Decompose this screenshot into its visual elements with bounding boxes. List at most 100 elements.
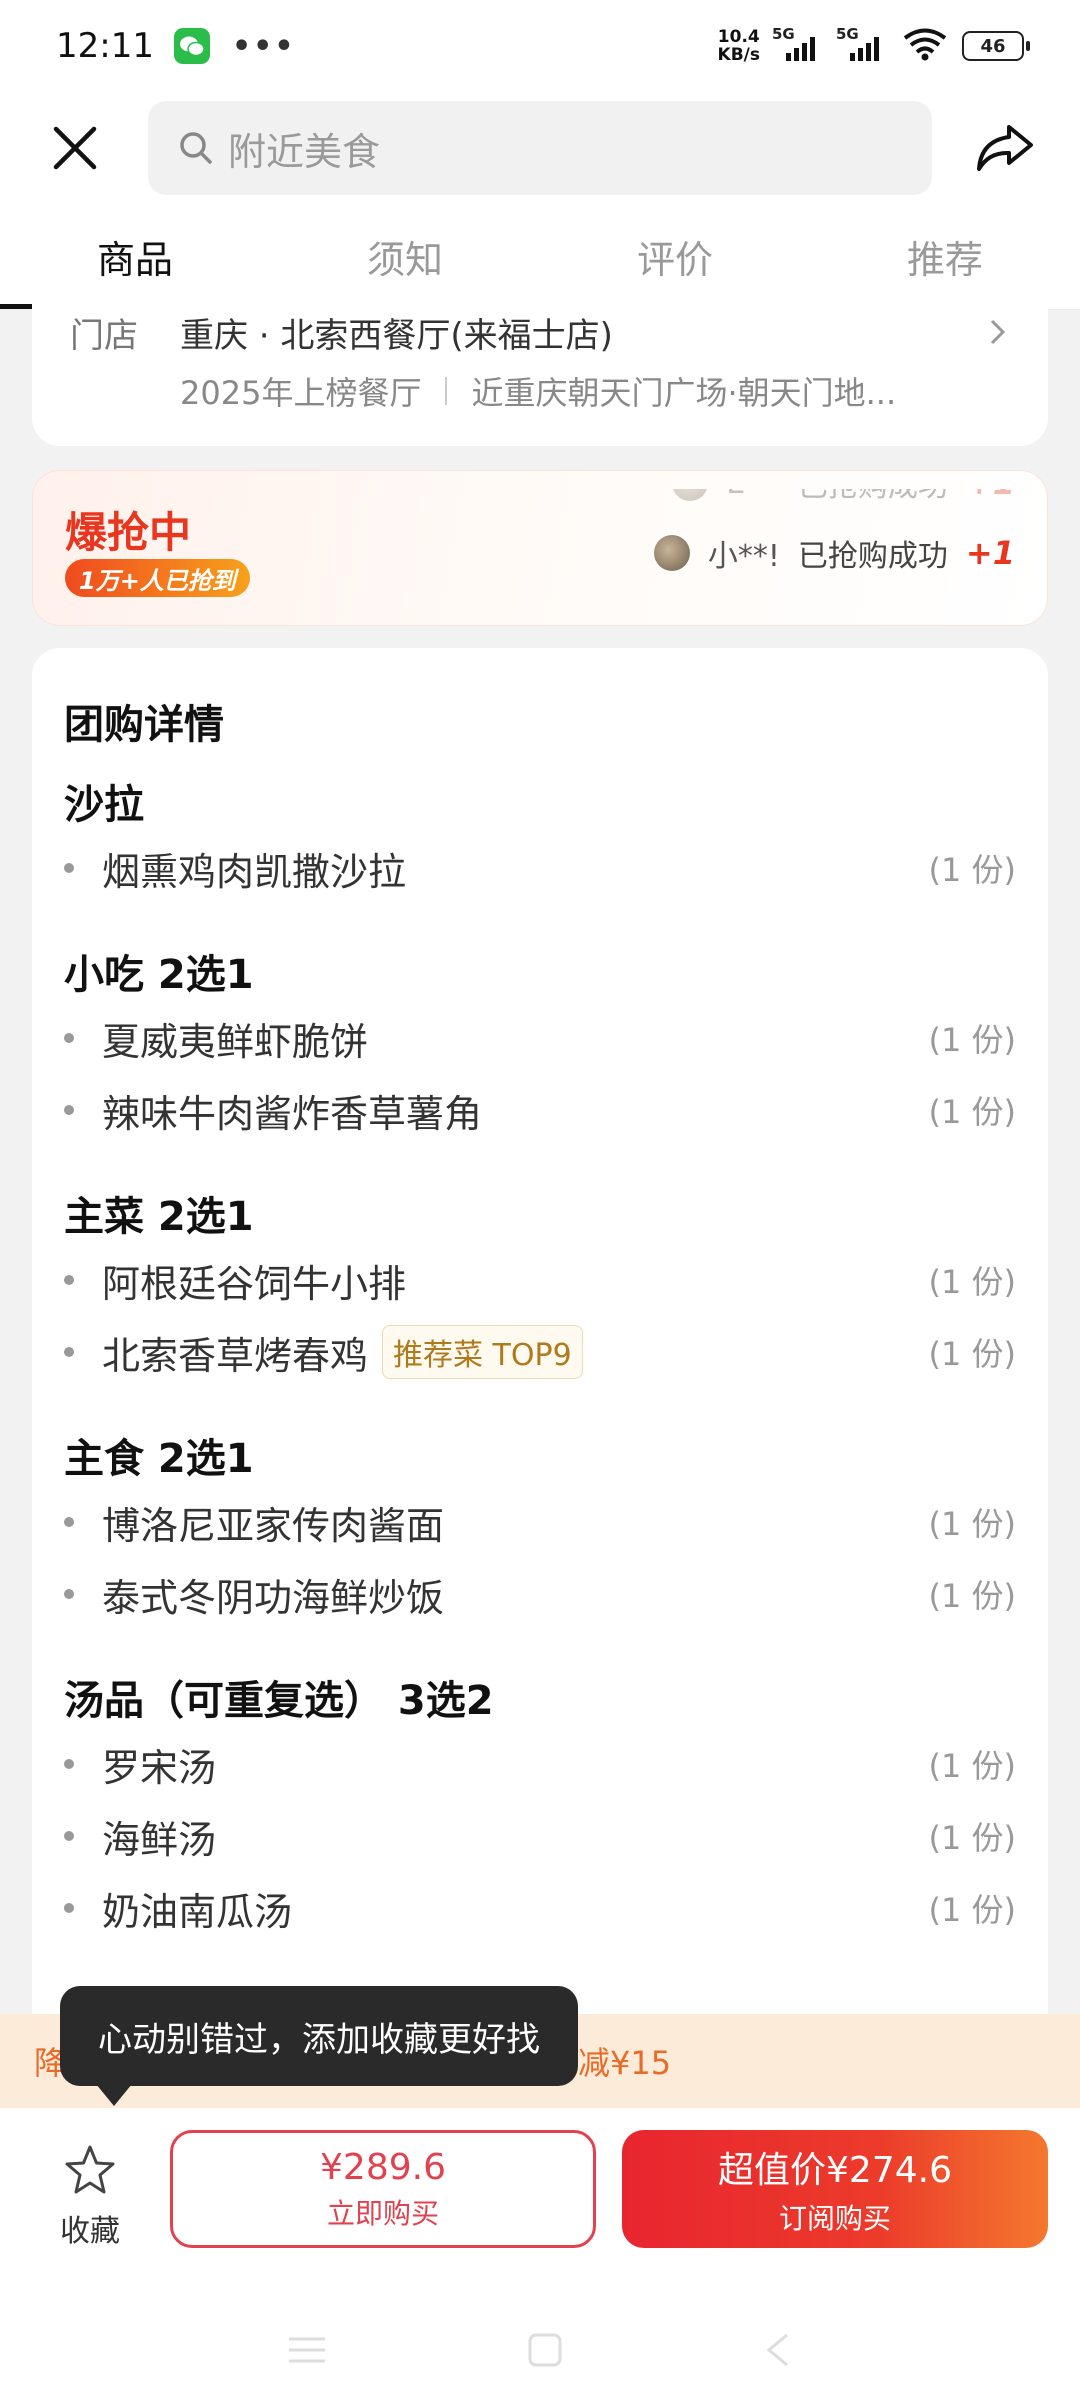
status-bar: 12:11 ••• 10.4 KB/s 5G 5G 46: [0, 0, 1080, 92]
ticker-row-previous: E ~ 已抢购成功 +1: [672, 489, 1015, 505]
list-item: 泰式冬阴功海鲜炒饭 (1 份): [64, 1558, 1016, 1630]
item-name: 阿根廷谷饲牛小排: [102, 1261, 407, 1306]
item-name: 海鲜汤: [102, 1817, 217, 1862]
item-name: 奶油南瓜汤: [102, 1889, 293, 1934]
bullet: [64, 1347, 74, 1357]
item-qty: (1 份): [928, 1747, 1016, 1785]
item-qty: (1 份): [928, 1505, 1016, 1543]
chevron-right-icon: [990, 319, 1006, 345]
store-name: 重庆 · 北索西餐厅(来福士店): [180, 315, 613, 356]
recommend-tag: 推荐菜 TOP9: [382, 1325, 583, 1379]
search-placeholder: 附近美食: [228, 129, 381, 174]
item-qty: (1 份): [928, 851, 1016, 889]
battery-indicator: 46: [962, 31, 1030, 61]
list-item: 奶油南瓜汤 (1 份): [64, 1872, 1016, 1944]
menu-group: 小吃 2选1 夏威夷鲜虾脆饼 (1 份) 辣味牛肉酱炸香草薯角 (1 份): [64, 940, 1016, 1146]
search-icon: [180, 132, 212, 164]
purchase-ticker: E ~ 已抢购成功 +1 小**! 已抢购成功 +1: [595, 471, 1015, 625]
store-card[interactable]: 门店 重庆 · 北索西餐厅(来福士店) 2025年上榜餐厅 近重庆朝天门广场·朝…: [32, 296, 1048, 446]
buyers-badge: 1万+人已抢到: [65, 559, 250, 597]
close-button[interactable]: [40, 113, 110, 183]
item-name: 博洛尼亚家传肉酱面: [102, 1503, 445, 1548]
ticker-plus: +1: [965, 534, 1015, 572]
favorite-button[interactable]: 收藏: [40, 2144, 140, 2264]
subscribe-buy-button[interactable]: 超值价¥274.6 订阅购买: [622, 2130, 1048, 2248]
buy-label: 立即购买: [326, 2196, 439, 2230]
item-name: 辣味牛肉酱炸香草薯角: [102, 1091, 483, 1136]
favorite-label: 收藏: [60, 2214, 120, 2249]
item-name: 北索香草烤春鸡: [102, 1333, 369, 1378]
item-qty: (1 份): [928, 1335, 1016, 1373]
divider: [445, 377, 448, 405]
tab-recommend[interactable]: 推荐: [810, 204, 1080, 309]
bullet: [64, 1759, 74, 1769]
star-icon: [65, 2145, 115, 2194]
menu-group: 沙拉 烟熏鸡肉凯撒沙拉 (1 份): [64, 770, 1016, 904]
group-title: 主菜 2选1: [64, 1194, 254, 1240]
group-title: 汤品（可重复选） 3选2: [64, 1678, 494, 1724]
item-qty: (1 份): [928, 1891, 1016, 1929]
bullet: [64, 1105, 74, 1115]
ticker-row: 小**! 已抢购成功 +1: [653, 531, 1015, 575]
menu-icon[interactable]: [287, 2335, 327, 2365]
group-title: 主食 2选1: [64, 1436, 254, 1482]
tab-notice[interactable]: 须知: [270, 204, 540, 309]
signal-icon-2: 5G: [836, 25, 888, 61]
list-item: 海鲜汤 (1 份): [64, 1800, 1016, 1872]
store-label: 门店: [70, 315, 138, 356]
search-header: 附近美食: [0, 92, 1080, 204]
hot-sale-title: 爆抢中: [65, 508, 192, 557]
group-deal-details: 团购详情 沙拉 烟熏鸡肉凯撒沙拉 (1 份) 小吃 2选1 夏威夷鲜虾脆饼 (1…: [32, 648, 1048, 2048]
bullet: [64, 1903, 74, 1913]
bullet: [64, 863, 74, 873]
item-qty: (1 份): [928, 1021, 1016, 1059]
item-qty: (1 份): [928, 1577, 1016, 1615]
network-speed: 10.4 KB/s: [717, 27, 760, 65]
bullet: [64, 1517, 74, 1527]
item-qty: (1 份): [928, 1263, 1016, 1301]
item-name: 烟熏鸡肉凯撒沙拉: [102, 849, 407, 894]
menu-group: 主菜 2选1 阿根廷谷饲牛小排 (1 份) 北索香草烤春鸡 推荐菜 TOP9 (…: [64, 1182, 1016, 1388]
system-nav-bar: [0, 2300, 1080, 2400]
search-input[interactable]: 附近美食: [148, 101, 932, 195]
buy-now-button[interactable]: ¥289.6 立即购买: [170, 2130, 596, 2248]
tab-bar: 商品 须知 评价 推荐: [0, 204, 1080, 310]
home-icon[interactable]: [527, 2332, 563, 2368]
list-item: 阿根廷谷饲牛小排 (1 份): [64, 1244, 1016, 1316]
menu-group: 主食 2选1 博洛尼亚家传肉酱面 (1 份) 泰式冬阴功海鲜炒饭 (1 份): [64, 1424, 1016, 1630]
bullet: [64, 1831, 74, 1841]
bullet: [64, 1589, 74, 1599]
store-award: 2025年上榜餐厅: [180, 374, 422, 412]
group-title: 沙拉: [64, 782, 144, 828]
section-title: 团购详情: [64, 702, 224, 748]
more-notifications-icon: •••: [231, 28, 296, 64]
wifi-icon: [902, 27, 948, 65]
item-qty: (1 份): [928, 1093, 1016, 1131]
tab-goods[interactable]: 商品: [0, 204, 270, 309]
signal-icon: 5G: [772, 25, 824, 61]
store-location: 近重庆朝天门广场·朝天门地...: [471, 374, 897, 412]
avatar: [653, 535, 690, 571]
avatar: [672, 489, 709, 501]
share-button[interactable]: [970, 113, 1040, 183]
item-name: 罗宋汤: [102, 1745, 217, 1790]
list-item: 罗宋汤 (1 份): [64, 1728, 1016, 1800]
back-icon[interactable]: [763, 2332, 793, 2368]
item-name: 夏威夷鲜虾脆饼: [102, 1019, 369, 1064]
hot-sale-banner: 爆抢中 1万+人已抢到 E ~ 已抢购成功 +1 小**! 已抢购成功 +1: [32, 470, 1048, 626]
favorite-tooltip: 心动别错过，添加收藏更好找: [60, 1986, 578, 2106]
bottom-action-bar: 收藏 ¥289.6 立即购买 超值价¥274.6 订阅购买: [0, 2108, 1080, 2400]
subscribe-label: 订阅购买: [778, 2202, 891, 2235]
tab-reviews[interactable]: 评价: [540, 204, 810, 309]
wechat-icon: [173, 28, 210, 64]
menu-group: 汤品（可重复选） 3选2 罗宋汤 (1 份) 海鲜汤 (1 份) 奶油南瓜汤 (…: [64, 1666, 1016, 1944]
item-name: 泰式冬阴功海鲜炒饭: [102, 1575, 445, 1620]
close-icon: [53, 126, 97, 170]
list-item: 北索香草烤春鸡 推荐菜 TOP9 (1 份): [64, 1316, 1016, 1388]
buy-price: ¥289.6: [320, 2146, 446, 2188]
status-time: 12:11: [56, 26, 154, 66]
promo-text-right: 减¥15: [578, 2044, 672, 2082]
item-qty: (1 份): [928, 1819, 1016, 1857]
share-icon: [977, 125, 1033, 171]
group-title: 小吃 2选1: [64, 952, 254, 998]
